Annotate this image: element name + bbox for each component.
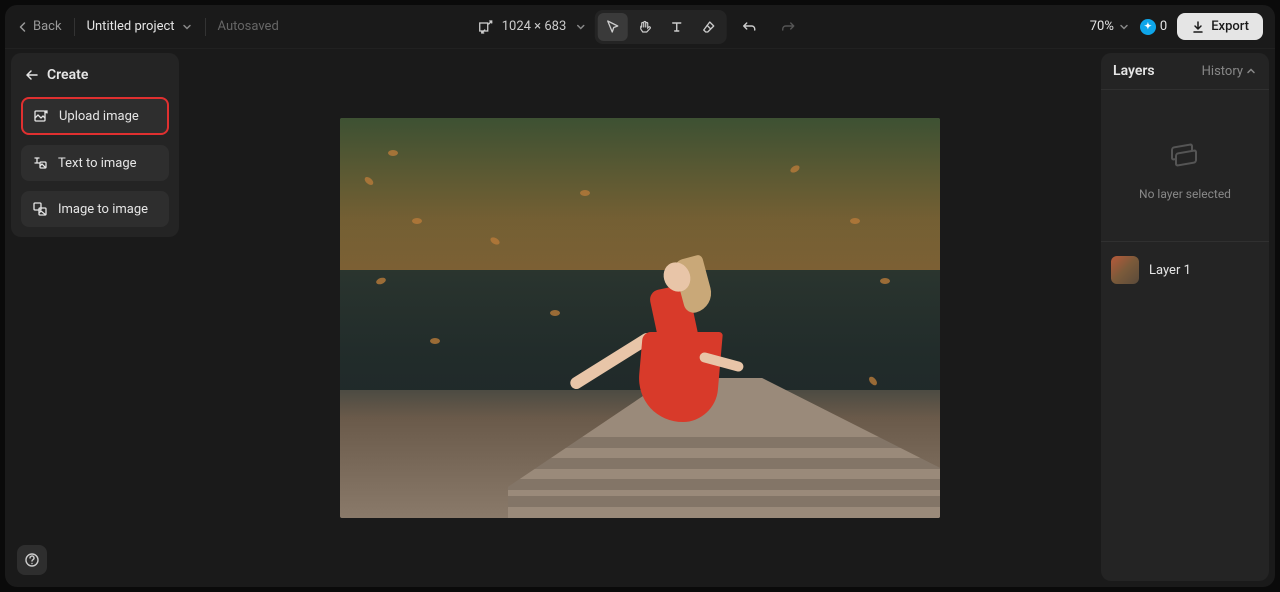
layers-panel: Layers History No layer selected Layer 1 (1101, 53, 1269, 581)
topbar: Back Untitled project Autosaved 1024 × 6… (5, 5, 1275, 49)
help-icon (24, 552, 40, 568)
create-panel-header[interactable]: Create (21, 67, 169, 87)
help-button[interactable] (17, 545, 47, 575)
text-tool[interactable] (661, 13, 691, 41)
text-icon (668, 19, 684, 35)
no-layer-text: No layer selected (1139, 187, 1231, 201)
autosaved-status: Autosaved (218, 19, 279, 34)
layer-item[interactable]: Layer 1 (1111, 256, 1259, 284)
upload-image-label: Upload image (59, 109, 139, 124)
upload-image-button[interactable]: Upload image (21, 97, 169, 135)
zoom-control[interactable]: 70% (1090, 19, 1130, 34)
layer-label: Layer 1 (1149, 263, 1191, 278)
zoom-label: 70% (1090, 19, 1114, 34)
canvas-area[interactable] (179, 49, 1101, 587)
image-to-image-button[interactable]: Image to image (21, 191, 169, 227)
credits-counter[interactable]: ✦ 0 (1140, 19, 1167, 35)
undo-button[interactable] (734, 13, 764, 41)
divider (74, 18, 75, 36)
canvas-dimensions[interactable]: 1024 × 683 (478, 19, 587, 35)
dimensions-label: 1024 × 683 (502, 19, 567, 34)
text-to-image-label: Text to image (58, 156, 137, 171)
resize-icon (478, 19, 494, 35)
project-name[interactable]: Untitled project (87, 19, 193, 34)
export-label: Export (1211, 19, 1249, 34)
image-to-image-label: Image to image (58, 202, 148, 217)
back-button[interactable]: Back (17, 19, 62, 34)
download-icon (1191, 20, 1205, 34)
cursor-icon (604, 19, 620, 35)
back-label: Back (33, 19, 62, 34)
create-title: Create (47, 67, 88, 83)
tab-history[interactable]: History (1202, 64, 1257, 79)
credits-value: 0 (1160, 19, 1167, 34)
undo-icon (741, 19, 757, 35)
eraser-tool[interactable] (693, 13, 723, 41)
text-to-image-icon (32, 155, 48, 171)
tab-layers[interactable]: Layers (1113, 63, 1155, 79)
tab-history-label: History (1202, 64, 1243, 79)
cursor-tool[interactable] (597, 13, 627, 41)
canvas-image[interactable] (340, 118, 940, 518)
eraser-icon (700, 19, 716, 35)
project-name-label: Untitled project (87, 19, 175, 34)
chevron-up-icon (1245, 65, 1257, 77)
hand-tool[interactable] (629, 13, 659, 41)
create-panel: Create Upload image Text to image Image … (11, 53, 179, 237)
credit-icon: ✦ (1140, 19, 1156, 35)
chevron-left-icon (17, 21, 29, 33)
export-button[interactable]: Export (1177, 13, 1263, 40)
image-to-image-icon (32, 201, 48, 217)
text-to-image-button[interactable]: Text to image (21, 145, 169, 181)
hand-icon (636, 19, 652, 35)
layer-thumbnail (1111, 256, 1139, 284)
chevron-down-icon (181, 21, 193, 33)
divider (205, 18, 206, 36)
tool-group (594, 10, 726, 44)
layers-list: Layer 1 (1101, 242, 1269, 298)
back-arrow-icon (25, 68, 39, 82)
chevron-down-icon (1118, 21, 1130, 33)
redo-button[interactable] (772, 13, 802, 41)
upload-image-icon (33, 108, 49, 124)
no-layer-placeholder: No layer selected (1101, 90, 1269, 242)
layers-stack-icon (1171, 145, 1199, 167)
chevron-down-icon (574, 21, 586, 33)
redo-icon (779, 19, 795, 35)
